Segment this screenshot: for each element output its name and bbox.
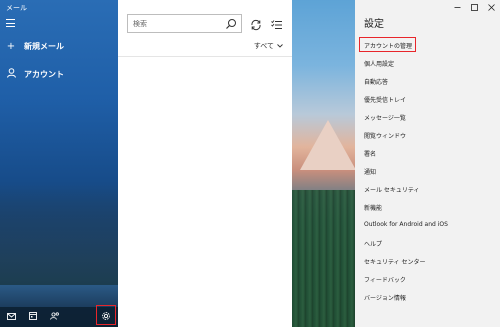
settings-item-outlook-mobile[interactable]: Outlook for Android and iOS [364,221,448,228]
settings-title: 設定 [364,19,384,30]
search-input[interactable]: 検索 [127,14,242,33]
forest [292,190,355,327]
person-icon [6,68,16,81]
settings-item-help[interactable]: ヘルプ [364,239,382,248]
window-controls [449,0,500,14]
maximize-button[interactable] [466,0,483,14]
search-icon[interactable] [224,17,238,31]
settings-panel: 設定 アカウントの管理 個人用設定 自動応答 優先受信トレイ メッセージ一覧 閲… [355,0,500,327]
settings-item-whats-new[interactable]: 新機能 [364,203,382,212]
accounts-label: アカウント [24,70,64,79]
sync-icon[interactable] [249,17,263,31]
settings-item-about[interactable]: バージョン情報 [364,293,406,302]
app-title: メール [6,4,27,12]
background-landscape [292,0,355,327]
settings-item-feedback[interactable]: フィードバック [364,275,406,284]
mountain-peak [300,120,355,170]
settings-item-notifications[interactable]: 通知 [364,167,376,176]
chevron-down-icon [277,42,283,50]
settings-item-personalization[interactable]: 個人用設定 [364,59,394,68]
minimize-button[interactable] [449,0,466,14]
settings-item-email-security[interactable]: メール セキュリティ [364,185,420,194]
list-divider [118,56,292,57]
settings-item-message-list[interactable]: メッセージ一覧 [364,113,406,122]
search-placeholder: 検索 [133,19,147,28]
settings-button-highlight [96,305,116,325]
settings-item-reading-pane[interactable]: 閲覧ウィンドウ [364,131,406,140]
settings-item-focused-inbox[interactable]: 優先受信トレイ [364,95,406,104]
filter-dropdown[interactable]: すべて [254,41,283,51]
nav-background-mountain [0,185,118,295]
plus-icon: + [6,41,16,52]
new-mail-button[interactable]: + 新規メール [6,41,64,52]
message-list-pane: 検索 すべて [118,0,292,327]
settings-item-signature[interactable]: 署名 [364,149,376,158]
hamburger-menu-icon[interactable] [6,19,15,27]
people-icon[interactable] [48,309,62,323]
nav-background-lake [0,285,118,307]
settings-item-auto-reply[interactable]: 自動応答 [364,77,388,86]
close-button[interactable] [483,0,500,14]
new-mail-label: 新規メール [24,42,64,51]
mail-icon[interactable] [4,309,18,323]
calendar-icon[interactable] [26,309,40,323]
navigation-pane: メール + 新規メール アカウント [0,0,118,327]
selection-mode-icon[interactable] [270,17,284,31]
settings-item-manage-accounts[interactable]: アカウントの管理 [364,41,412,50]
filter-label: すべて [253,42,274,50]
settings-item-trust-center[interactable]: セキュリティ センター [364,257,426,266]
accounts-button[interactable]: アカウント [6,68,64,81]
